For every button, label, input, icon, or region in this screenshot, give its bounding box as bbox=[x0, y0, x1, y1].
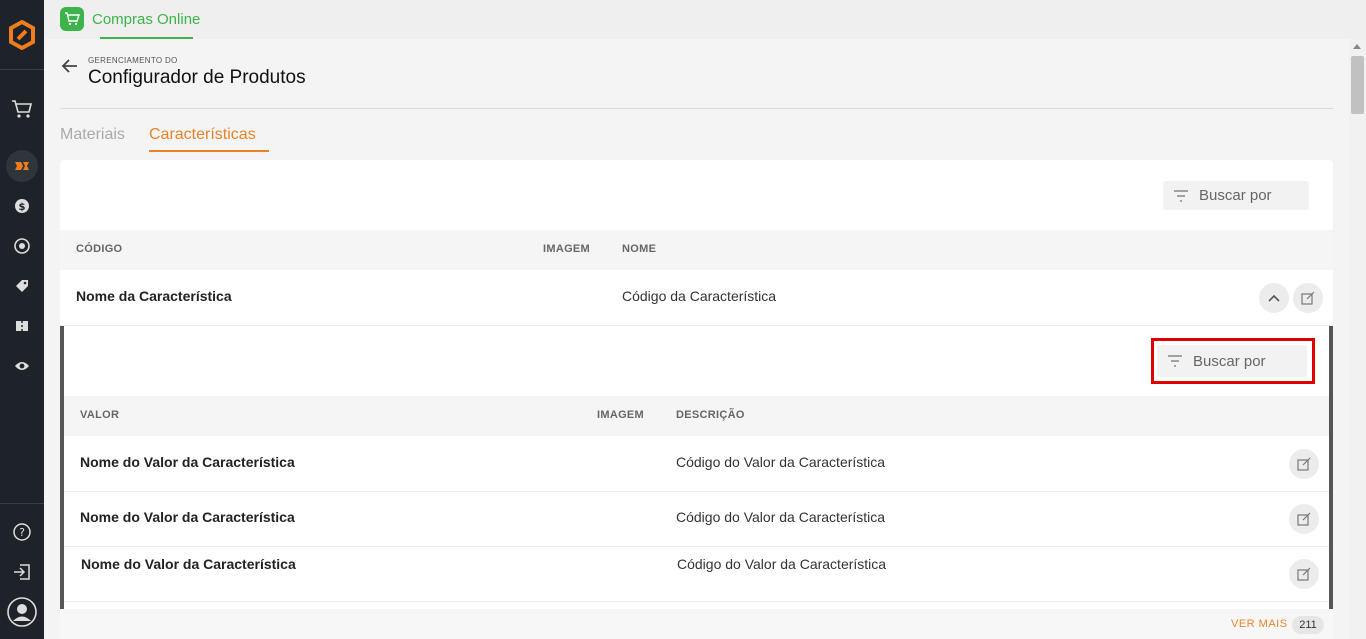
column-header-codigo[interactable]: CÓDIGO bbox=[76, 243, 122, 255]
filter-icon bbox=[1174, 189, 1188, 202]
footer-bar bbox=[60, 609, 1333, 639]
cart-icon[interactable] bbox=[6, 93, 38, 125]
svg-text:?: ? bbox=[19, 526, 25, 539]
back-arrow-icon[interactable] bbox=[60, 57, 80, 75]
row-valor: Nome do Valor da Característica bbox=[81, 556, 296, 572]
ticket-icon[interactable] bbox=[6, 310, 38, 342]
dollar-icon[interactable]: $ bbox=[6, 190, 38, 222]
tab-materiais[interactable]: Materiais bbox=[60, 126, 125, 144]
chevron-up-icon bbox=[1268, 294, 1280, 302]
edit-icon bbox=[1297, 457, 1311, 471]
row-descricao: Código do Valor da Característica bbox=[677, 556, 887, 572]
ver-mais-link[interactable]: VER MAIS bbox=[1231, 618, 1288, 630]
sidebar: $ ? bbox=[0, 0, 44, 639]
user-avatar-icon[interactable] bbox=[6, 596, 38, 628]
edit-button[interactable] bbox=[1289, 559, 1319, 589]
edit-icon bbox=[1297, 512, 1311, 526]
row-valor: Nome do Valor da Característica bbox=[80, 454, 295, 470]
tab-caracteristicas[interactable]: Características bbox=[149, 126, 256, 144]
company-logo[interactable] bbox=[0, 0, 44, 70]
sidebar-divider bbox=[0, 503, 44, 504]
header-divider bbox=[60, 108, 1333, 109]
tag-icon[interactable] bbox=[6, 270, 38, 302]
eye-icon[interactable] bbox=[6, 350, 38, 382]
page-subtitle: GERENCIAMENTO DO bbox=[88, 56, 178, 65]
edit-button[interactable] bbox=[1293, 283, 1323, 313]
column-header-imagem[interactable]: IMAGEM bbox=[543, 243, 590, 255]
scroll-thumb[interactable] bbox=[1351, 56, 1364, 114]
row-descricao: Código do Valor da Característica bbox=[676, 454, 886, 470]
collapse-button[interactable] bbox=[1259, 283, 1289, 313]
configurator-icon[interactable] bbox=[6, 150, 38, 182]
logo-icon bbox=[9, 19, 35, 50]
svg-text:$: $ bbox=[19, 202, 26, 213]
highlight-box bbox=[1151, 338, 1315, 384]
active-tab-underline bbox=[149, 150, 269, 152]
column-header-descricao[interactable]: DESCRIÇÃO bbox=[676, 409, 745, 421]
column-header-imagem[interactable]: IMAGEM bbox=[597, 409, 644, 421]
edit-icon bbox=[1297, 567, 1311, 581]
search-filter-button[interactable]: Buscar por bbox=[1163, 181, 1309, 210]
page-title: Configurador de Produtos bbox=[88, 67, 306, 88]
row-codigo: Nome da Característica bbox=[76, 288, 232, 304]
top-bar: Compras Online bbox=[44, 0, 1366, 39]
app-tab-compras-online[interactable]: Compras Online bbox=[60, 7, 200, 31]
edit-icon bbox=[1301, 291, 1315, 305]
logout-icon[interactable] bbox=[6, 556, 38, 588]
table-header bbox=[60, 230, 1333, 270]
count-badge: 211 bbox=[1292, 616, 1324, 634]
scrollbar[interactable] bbox=[1349, 39, 1366, 639]
row-valor: Nome do Valor da Característica bbox=[80, 509, 295, 525]
search-label: Buscar por bbox=[1199, 187, 1272, 204]
column-header-valor[interactable]: VALOR bbox=[80, 409, 119, 421]
app-tab-label: Compras Online bbox=[92, 10, 201, 28]
exchange-icon[interactable] bbox=[6, 230, 38, 262]
column-header-nome[interactable]: NOME bbox=[622, 243, 656, 255]
edit-button[interactable] bbox=[1289, 504, 1319, 534]
row-descricao: Código do Valor da Característica bbox=[676, 509, 886, 525]
edit-button[interactable] bbox=[1289, 449, 1319, 479]
scroll-up-arrow-icon[interactable] bbox=[1353, 44, 1361, 49]
shopping-cart-icon bbox=[60, 7, 84, 31]
row-nome: Código da Característica bbox=[622, 288, 777, 304]
help-icon[interactable]: ? bbox=[6, 516, 38, 548]
